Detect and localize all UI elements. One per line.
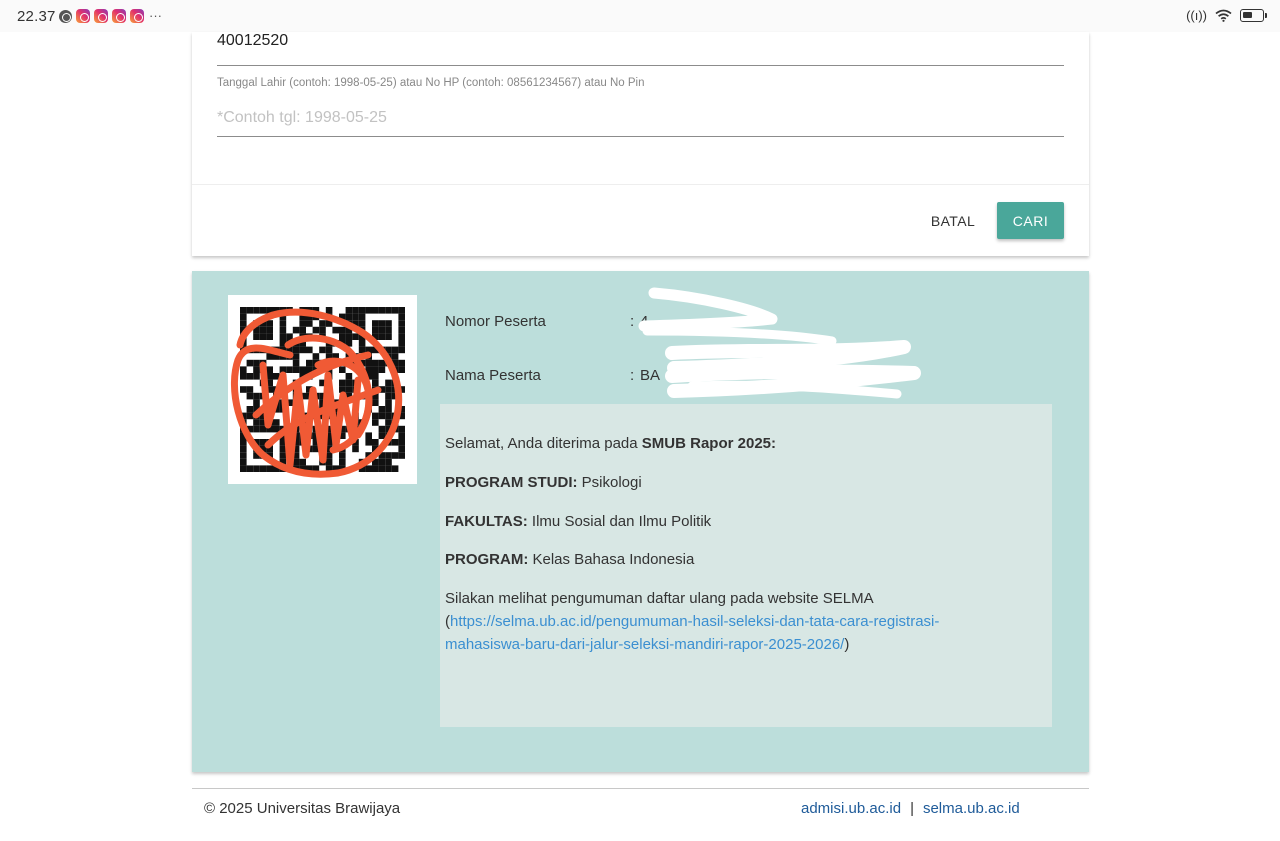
- study-program-value: Psikologi: [577, 474, 642, 491]
- dob-field-label: Tanggal Lahir (contoh: 1998-05-25) atau …: [217, 77, 645, 89]
- program-value: Kelas Bahasa Indonesia: [528, 551, 695, 568]
- participant-number-label: Nomor Peserta: [445, 313, 546, 330]
- selma-announcement-link[interactable]: https://selma.ub.ac.id/pengumuman-hasil-…: [450, 613, 939, 630]
- participant-name-value: BA: [640, 367, 661, 384]
- system-icons: ((ı)): [1186, 8, 1267, 23]
- settings-icon: [59, 9, 72, 23]
- instagram-icon: [112, 9, 126, 23]
- admission-greeting: Selamat, Anda diterima pada SMUB Rapor 2…: [445, 435, 776, 452]
- selma-link[interactable]: selma.ub.ac.id: [923, 800, 1020, 817]
- dob-input[interactable]: [217, 100, 1064, 136]
- more-notifications-icon: ···: [149, 8, 162, 23]
- participant-number-value: 4: [640, 313, 649, 330]
- faculty-row: FAKULTAS: Ilmu Sosial dan Ilmu Politik: [445, 513, 711, 530]
- status-time: 22.37: [17, 8, 56, 25]
- divider: [192, 184, 1089, 185]
- admission-program-name: SMUB Rapor 2025:: [641, 435, 776, 452]
- notification-icons: ···: [59, 9, 162, 23]
- battery-icon: [1240, 9, 1267, 22]
- selma-announcement-link[interactable]: mahasiswa-baru-dari-jalur-seleksi-mandir…: [445, 636, 844, 653]
- study-program-row: PROGRAM STUDI: Psikologi: [445, 474, 642, 491]
- wifi-icon: [1215, 9, 1232, 22]
- notice-text: Silakan melihat pengumuman daftar ulang …: [445, 590, 874, 607]
- instagram-icon: [76, 9, 90, 23]
- program-label: PROGRAM:: [445, 551, 529, 568]
- admisi-link[interactable]: admisi.ub.ac.id: [801, 800, 901, 817]
- participant-number-colon: :: [630, 313, 635, 330]
- search-form-card: 40012520 Tanggal Lahir (contoh: 1998-05-…: [192, 32, 1089, 256]
- participant-name-colon: :: [630, 367, 635, 384]
- study-program-label: PROGRAM STUDI:: [445, 474, 578, 491]
- footer-copyright: © 2025 Universitas Brawijaya: [204, 800, 401, 817]
- faculty-label: FAKULTAS:: [445, 513, 528, 530]
- nfc-icon: ((ı)): [1186, 8, 1207, 23]
- field-underline: [217, 136, 1064, 137]
- program-row: PROGRAM: Kelas Bahasa Indonesia: [445, 551, 694, 568]
- qr-code: [228, 295, 417, 484]
- footer-separator: |: [910, 800, 914, 817]
- redaction-scribble: [231, 308, 403, 478]
- notice-link-line1: (https://selma.ub.ac.id/pengumuman-hasil…: [445, 613, 940, 630]
- result-card: Nomor Peserta : 4 Nama Peserta : BA Sela…: [192, 271, 1089, 772]
- instagram-icon: [94, 9, 108, 23]
- notice-link-line2: mahasiswa-baru-dari-jalur-seleksi-mandir…: [445, 636, 850, 653]
- participant-name-label: Nama Peserta: [445, 367, 541, 384]
- footer-divider: [192, 788, 1089, 789]
- cancel-button[interactable]: BATAL: [923, 203, 983, 239]
- field-underline: [217, 65, 1064, 66]
- instagram-icon: [130, 9, 144, 23]
- status-bar: 22.37 ··· ((ı)): [0, 0, 1280, 32]
- search-button[interactable]: CARI: [997, 202, 1064, 239]
- footer-links: admisi.ub.ac.id | selma.ub.ac.id: [801, 800, 1020, 817]
- admission-message: Selamat, Anda diterima pada SMUB Rapor 2…: [440, 404, 1052, 727]
- faculty-value: Ilmu Sosial dan Ilmu Politik: [527, 513, 712, 530]
- participant-number-field[interactable]: 40012520: [217, 32, 288, 50]
